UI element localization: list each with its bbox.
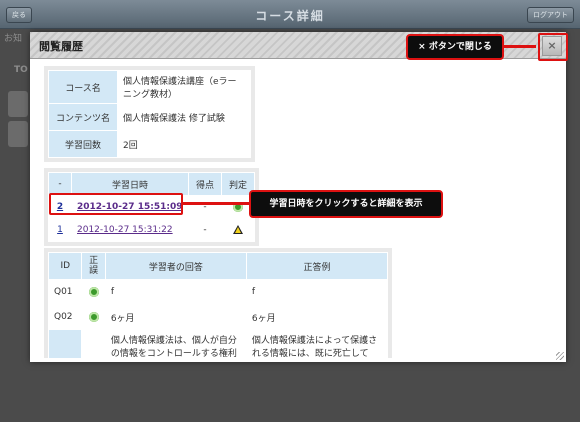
correct-cell xyxy=(82,305,105,329)
answers-box: ID 正誤 学習者の回答 正答例 Q01 f f Q02 6ヶ月 6ヶ月 個人情… xyxy=(44,248,392,358)
history-row: 1 2012-10-27 15:31:22 - xyxy=(49,219,254,241)
course-info-box: コース名 個人情報保護法講座（eラーニング教材） コンテンツ名 個人情報保護法 … xyxy=(44,66,255,162)
app-title: コース詳細 xyxy=(255,9,325,23)
example-answer: 6ヶ月 xyxy=(246,305,387,329)
answers-col-example: 正答例 xyxy=(246,253,387,279)
answer-row: 個人情報保護法は、個人が自分の情報をコントロールする権利を認めている。個 個人情… xyxy=(49,330,387,358)
info-row: コース名 個人情報保護法講座（eラーニング教材） xyxy=(49,71,250,103)
content-name-label: コンテンツ名 xyxy=(49,104,117,130)
list-item-placeholder xyxy=(8,121,28,147)
resize-handle[interactable] xyxy=(556,352,564,360)
answer-row: Q02 6ヶ月 6ヶ月 xyxy=(49,305,387,329)
close-highlight xyxy=(538,33,568,61)
dialog-title: 閲覧履歴 xyxy=(39,40,83,53)
list-item-placeholder xyxy=(8,91,28,117)
course-name-value: 個人情報保護法講座（eラーニング教材） xyxy=(118,71,250,103)
course-name-label: コース名 xyxy=(49,71,117,103)
answers-col-id: ID xyxy=(49,253,82,279)
answer-id: Q01 xyxy=(49,280,82,304)
history-date-link[interactable]: 2012-10-27 15:31:22 xyxy=(72,219,188,241)
app-header: 戻る コース詳細 ログアウト xyxy=(0,0,580,29)
answers-col-answer: 学習者の回答 xyxy=(105,253,246,279)
example-answer: 個人情報保護法によって保護される情報には、既に死亡して xyxy=(246,330,387,358)
correct-icon xyxy=(88,311,99,322)
logout-button[interactable]: ログアウト xyxy=(527,7,574,23)
history-score: - xyxy=(189,219,221,241)
close-hint-callout: × ボタンで閉じる xyxy=(406,34,504,60)
info-row: コンテンツ名 個人情報保護法 修了試験 xyxy=(49,104,250,130)
history-col-score: 得点 xyxy=(189,173,221,195)
judge-cell xyxy=(222,219,254,241)
answers-header-row: ID 正誤 学習者の回答 正答例 xyxy=(49,253,387,279)
answers-col-correct: 正誤 xyxy=(82,253,105,279)
answers-table: ID 正誤 学習者の回答 正答例 Q01 f f Q02 6ヶ月 6ヶ月 個人情… xyxy=(48,252,388,358)
date-hint-callout: 学習日時をクリックすると詳細を表示 xyxy=(249,190,443,218)
close-arrow xyxy=(500,45,536,48)
tab-label: TO xyxy=(14,65,28,75)
date-highlight xyxy=(49,193,183,215)
learner-answer: 6ヶ月 xyxy=(105,305,246,329)
study-count-value: 2回 xyxy=(118,131,250,157)
answer-id xyxy=(49,330,82,358)
answer-id: Q02 xyxy=(49,305,82,329)
course-info-table: コース名 個人情報保護法講座（eラーニング教材） コンテンツ名 個人情報保護法 … xyxy=(48,70,251,158)
study-count-label: 学習回数 xyxy=(49,131,117,157)
correct-icon xyxy=(88,286,99,297)
learner-answer: 個人情報保護法は、個人が自分の情報をコントロールする権利を認めている。個 xyxy=(105,330,246,358)
answer-row: Q01 f f xyxy=(49,280,387,304)
correct-cell xyxy=(82,330,105,358)
info-row: 学習回数 2回 xyxy=(49,131,250,157)
notice-label: お知 xyxy=(4,34,23,44)
history-no-link[interactable]: 1 xyxy=(49,219,71,241)
history-col-no: - xyxy=(49,173,71,195)
warning-icon xyxy=(233,225,243,234)
example-answer: f xyxy=(246,280,387,304)
history-col-date: 学習日時 xyxy=(72,173,188,195)
history-header-row: - 学習日時 得点 判定 xyxy=(49,173,254,195)
date-arrow xyxy=(181,202,249,205)
content-name-value: 個人情報保護法 修了試験 xyxy=(118,104,250,130)
correct-cell xyxy=(82,280,105,304)
history-score: - xyxy=(189,196,221,218)
learner-answer: f xyxy=(105,280,246,304)
